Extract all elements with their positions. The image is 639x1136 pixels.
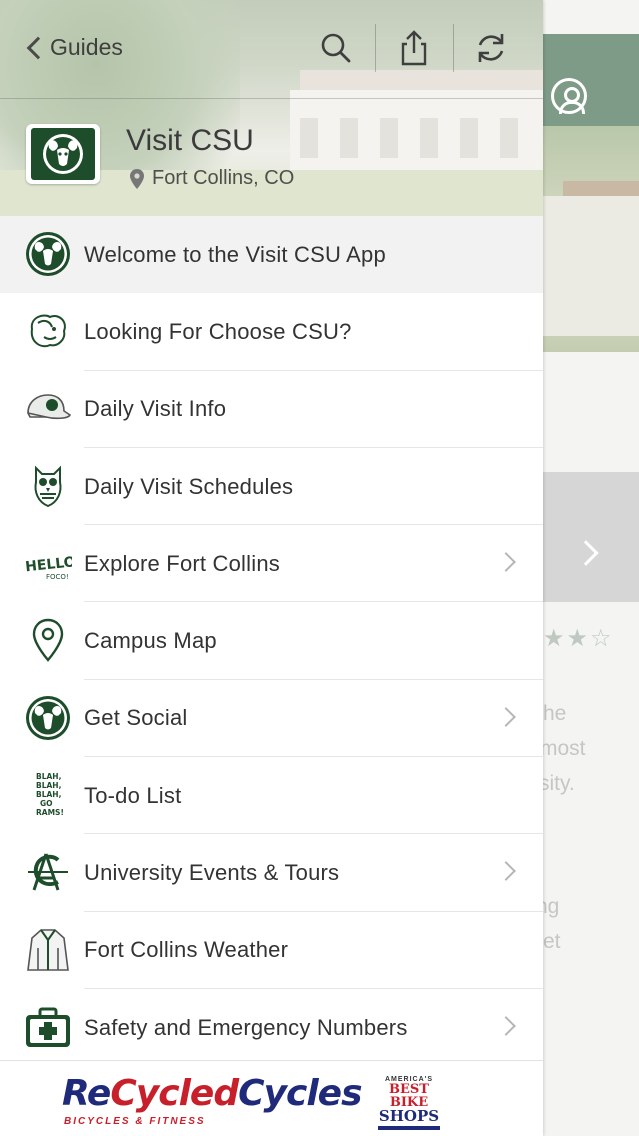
menu-item-label: Campus Map	[84, 628, 217, 654]
menu-item-label: Fort Collins Weather	[84, 937, 289, 963]
guide-menu-list: Welcome to the Visit CSU App Looking For…	[0, 216, 543, 1066]
svg-text:BLAH,: BLAH,	[36, 781, 62, 790]
menu-item-choose-csu[interactable]: Looking For Choose CSU?	[0, 293, 543, 371]
menu-item-campus-map[interactable]: Campus Map	[0, 602, 543, 680]
rating-stars: ★★☆	[543, 625, 614, 652]
guide-logo	[26, 124, 100, 184]
chevron-right-icon	[496, 552, 516, 573]
owl-icon	[34, 465, 62, 507]
guide-title: Visit CSU	[126, 124, 254, 157]
map-pin-icon	[32, 619, 64, 663]
top-navigation-bar: Guides	[0, 20, 543, 98]
menu-item-label: Get Social	[84, 705, 188, 731]
chevron-right-icon	[573, 540, 599, 566]
cap-icon	[27, 393, 72, 419]
menu-item-weather[interactable]: Fort Collins Weather	[0, 912, 543, 989]
menu-item-label: Safety and Emergency Numbers	[84, 1014, 408, 1040]
header-divider	[0, 98, 543, 99]
svg-text:GO: GO	[40, 799, 53, 808]
share-icon[interactable]	[394, 28, 434, 68]
ram-logo-icon	[43, 134, 83, 174]
svg-text:RAMS!: RAMS!	[36, 808, 64, 817]
guide-location-text: Fort Collins, CO	[152, 167, 295, 189]
menu-item-label: Welcome to the Visit CSU App	[84, 241, 386, 267]
ram-logo-icon	[26, 695, 70, 740]
svg-text:FOCO!: FOCO!	[46, 573, 69, 581]
blah-text-icon: BLAH, BLAH, BLAH, GO RAMS!	[36, 772, 64, 817]
toolbar-separator	[453, 24, 454, 72]
menu-item-get-social[interactable]: Get Social	[0, 680, 543, 758]
menu-item-safety[interactable]: Safety and Emergency Numbers	[0, 989, 543, 1066]
first-aid-icon	[26, 1007, 70, 1047]
ram-logo-icon	[26, 232, 70, 276]
menu-item-label: Daily Visit Info	[84, 396, 227, 422]
best-bike-shops-badge: AMERICA'S BEST BIKE SHOPS	[378, 1076, 440, 1130]
ac-monogram-icon	[28, 853, 68, 891]
background-text: he	[543, 702, 567, 725]
back-button-label: Guides	[50, 34, 123, 60]
chevron-left-icon	[26, 36, 50, 59]
chevron-right-icon	[496, 706, 516, 727]
background-header	[543, 34, 639, 126]
toolbar-separator	[375, 24, 376, 72]
background-text: et	[543, 930, 561, 953]
sponsor-logo: ReCycledCycles	[62, 1073, 363, 1114]
menu-item-university-events[interactable]: University Events & Tours	[0, 834, 543, 912]
background-text: ng	[536, 895, 560, 918]
svg-text:BLAH,: BLAH,	[36, 772, 62, 781]
location-pin-icon	[130, 168, 144, 189]
search-icon[interactable]	[316, 28, 356, 68]
jacket-icon	[27, 928, 69, 971]
background-text: rsity.	[532, 772, 575, 795]
menu-item-label: To-do List	[84, 782, 182, 808]
guide-menu-drawer: Guides Visit CSU Fort Collins, CO Welcom…	[0, 0, 543, 1136]
menu-item-daily-visit-schedules[interactable]: Daily Visit Schedules	[0, 448, 543, 526]
chevron-right-icon	[496, 1016, 516, 1036]
sponsor-tagline: BICYCLES & FITNESS	[64, 1116, 206, 1127]
menu-item-label: Looking For Choose CSU?	[84, 318, 352, 344]
sponsor-banner[interactable]: ReCycledCycles BICYCLES & FITNESS AMERIC…	[0, 1060, 543, 1136]
back-button[interactable]: Guides	[24, 34, 123, 61]
menu-item-explore-fort-collins[interactable]: HELLO! FOCO! Explore Fort Collins	[0, 525, 543, 603]
svg-text:BLAH,: BLAH,	[36, 790, 62, 799]
menu-item-daily-visit-info[interactable]: Daily Visit Info	[0, 371, 543, 448]
user-profile-icon[interactable]	[551, 78, 587, 114]
menu-item-to-do-list[interactable]: BLAH, BLAH, BLAH, GO RAMS! To-do List	[0, 757, 543, 835]
chevron-right-icon	[496, 861, 516, 882]
ram-mascot-icon	[30, 314, 66, 348]
menu-item-welcome[interactable]: Welcome to the Visit CSU App	[0, 216, 543, 294]
hello-foco-icon: HELLO! FOCO!	[24, 554, 72, 582]
menu-item-label: Daily Visit Schedules	[84, 473, 294, 499]
background-photo	[543, 126, 639, 352]
guide-location: Fort Collins, CO	[130, 167, 294, 190]
menu-item-label: Explore Fort Collins	[84, 550, 280, 576]
background-text: most	[540, 737, 586, 760]
menu-item-label: University Events & Tours	[84, 860, 340, 886]
background-card[interactable]	[543, 472, 639, 602]
refresh-icon[interactable]	[471, 28, 511, 68]
